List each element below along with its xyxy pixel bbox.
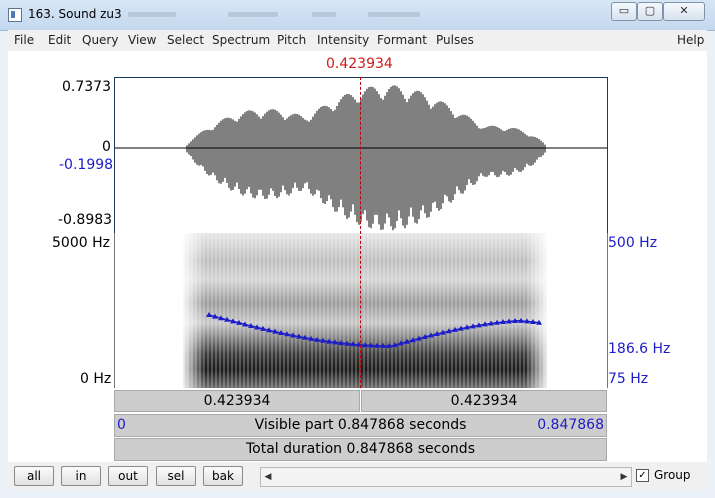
minimize-button[interactable]: ▭ xyxy=(611,2,637,21)
waveform-cursor-value-label: -0.1998 xyxy=(59,157,114,173)
menu-edit[interactable]: Edit xyxy=(48,33,71,47)
pitch-top-label: 500 Hz xyxy=(608,235,658,251)
scroll-right-arrow-icon[interactable]: ▶ xyxy=(617,468,631,486)
menu-file[interactable]: File xyxy=(14,33,34,47)
zoom-selection-button[interactable]: sel xyxy=(156,466,196,486)
menu-select[interactable]: Select xyxy=(167,33,204,47)
group-label: Group xyxy=(654,468,691,482)
zoom-in-button[interactable]: in xyxy=(61,466,101,486)
cursor-line xyxy=(360,77,361,388)
menu-spectrum[interactable]: Spectrum xyxy=(212,33,270,47)
menu-help[interactable]: Help xyxy=(677,33,704,47)
close-button[interactable]: ✕ xyxy=(663,2,705,21)
title-bar: 163. Sound zu3 ▭ ▢ ✕ xyxy=(0,0,715,31)
segment-left-bar[interactable]: 0.423934 xyxy=(114,390,360,412)
window-title: 163. Sound zu3 xyxy=(28,7,122,21)
bottom-toolbar: all in out sel bak ◀ ▶ ✓ Group xyxy=(8,462,707,490)
pitch-cursor-label: 186.6 Hz xyxy=(608,341,671,357)
faded-menu-placeholder xyxy=(228,12,278,17)
waveform-max-label: 0.7373 xyxy=(62,79,111,95)
waveform-signal xyxy=(186,85,546,231)
maximize-button[interactable]: ▢ xyxy=(637,2,663,21)
zoom-back-button[interactable]: bak xyxy=(203,466,243,486)
minimize-icon: ▭ xyxy=(618,4,630,17)
faded-menu-placeholder xyxy=(128,12,176,17)
menu-pulses[interactable]: Pulses xyxy=(436,33,474,47)
menu-bar: File Edit Query View Select Spectrum Pit… xyxy=(8,30,707,52)
spectrogram-panel[interactable] xyxy=(114,233,608,388)
menu-view[interactable]: View xyxy=(128,33,156,47)
zoom-out-button[interactable]: out xyxy=(108,466,148,486)
segment-right-bar[interactable]: 0.423934 xyxy=(361,390,607,412)
pitch-bottom-label: 75 Hz xyxy=(608,371,649,387)
waveform-zero-label: 0 xyxy=(102,139,111,155)
visible-start-label: 0 xyxy=(117,417,126,433)
spectrogram-bottom-label: 0 Hz xyxy=(80,371,112,387)
segment-right-label: 0.423934 xyxy=(450,393,518,409)
checkmark-icon: ✓ xyxy=(638,470,647,481)
visible-part-bar[interactable]: 0 Visible part 0.847868 seconds 0.847868 xyxy=(114,414,607,437)
horizontal-scrollbar[interactable]: ◀ ▶ xyxy=(260,467,632,487)
waveform-panel[interactable] xyxy=(114,77,608,235)
total-duration-label: Total duration 0.847868 seconds xyxy=(246,441,475,457)
zoom-all-button[interactable]: all xyxy=(14,466,54,486)
spectrogram-top-label: 5000 Hz xyxy=(52,235,110,251)
spectrogram-plot xyxy=(183,233,547,388)
maximize-icon: ▢ xyxy=(644,4,656,17)
total-duration-bar[interactable]: Total duration 0.847868 seconds xyxy=(114,438,607,461)
faded-menu-placeholder xyxy=(312,12,336,17)
waveform-plot xyxy=(115,85,607,231)
scroll-left-arrow-icon[interactable]: ◀ xyxy=(261,468,275,486)
segment-left-label: 0.423934 xyxy=(203,393,271,409)
menu-intensity[interactable]: Intensity xyxy=(317,33,369,47)
menu-pitch[interactable]: Pitch xyxy=(277,33,306,47)
close-icon: ✕ xyxy=(679,4,689,17)
visible-part-label: Visible part 0.847868 seconds xyxy=(254,417,467,433)
visible-end-label: 0.847868 xyxy=(537,417,604,433)
menu-formant[interactable]: Formant xyxy=(377,33,427,47)
faded-menu-placeholder xyxy=(368,12,420,17)
cursor-time-label: 0.423934 xyxy=(326,56,393,72)
spectrogram-edge xyxy=(183,233,547,388)
menu-query[interactable]: Query xyxy=(82,33,118,47)
waveform-min-label: -0.8983 xyxy=(58,212,113,228)
group-checkbox[interactable]: ✓ xyxy=(636,469,649,482)
app-icon xyxy=(8,8,22,22)
